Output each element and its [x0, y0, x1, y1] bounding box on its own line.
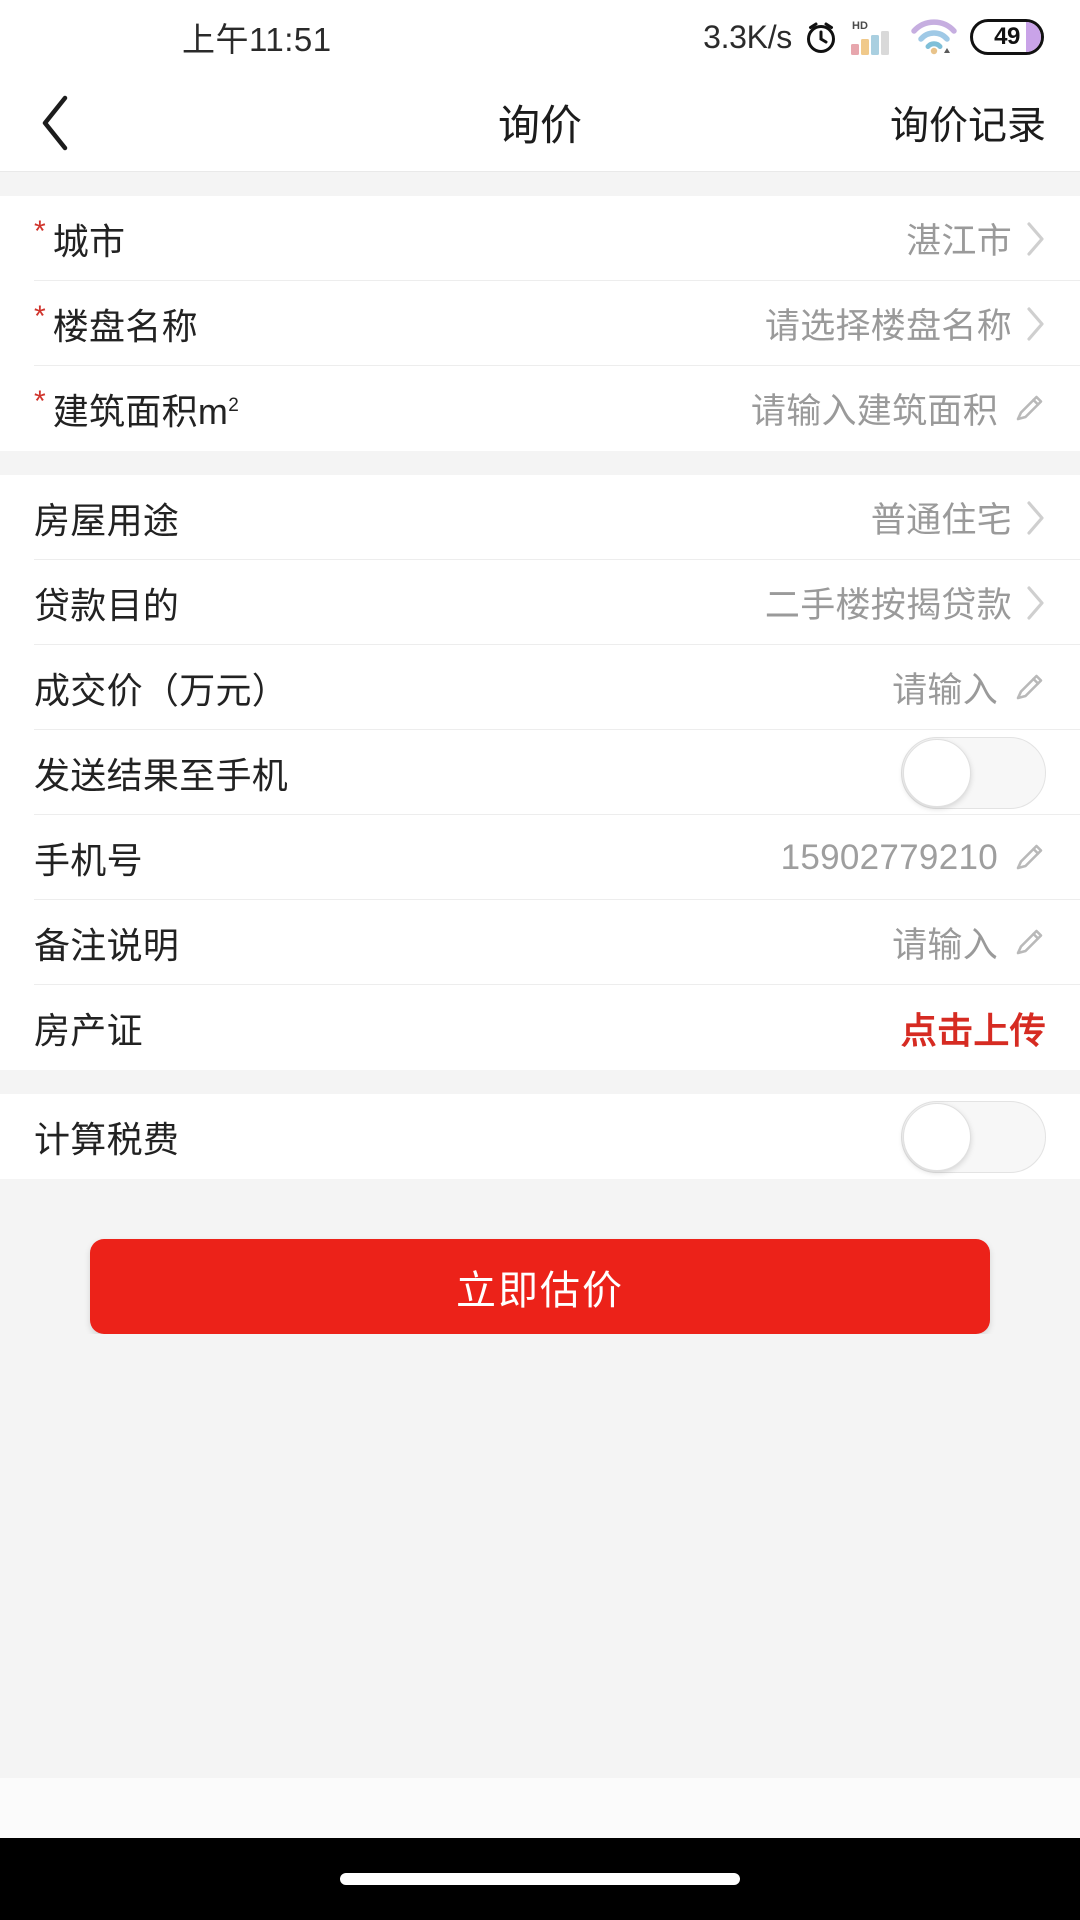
app-screen: 上午11:51 3.3K/s HD 49 询价 询价记录 * 城市 湛江市 * … — [0, 0, 1080, 1920]
row-house-usage[interactable]: 房屋用途 普通住宅 — [0, 475, 1080, 560]
area-unit-superscript: 2 — [228, 394, 240, 416]
pencil-icon — [1016, 844, 1043, 869]
remark-value: 请输入 — [892, 926, 998, 965]
toggle-knob — [903, 738, 971, 807]
row-value-area: 点击上传 — [901, 1002, 1046, 1054]
row-property-certificate[interactable]: 房产证 点击上传 — [0, 985, 1080, 1070]
estate-name-value: 请选择楼盘名称 — [764, 307, 1012, 346]
estimate-now-button[interactable]: 立即估价 — [90, 1239, 990, 1334]
row-label: 计算税费 — [34, 1118, 180, 1160]
network-speed-text: 3.3K/s — [703, 18, 792, 55]
row-calculate-tax: 计算税费 — [0, 1094, 1080, 1179]
section-gap-lower — [0, 1070, 1080, 1094]
row-value-area: 湛江市 — [906, 213, 1046, 264]
chevron-right-icon — [1027, 500, 1044, 535]
pencil-icon — [1016, 929, 1043, 954]
back-button[interactable] — [0, 74, 110, 172]
city-value: 湛江市 — [906, 222, 1012, 261]
chevron-right-icon — [1027, 221, 1044, 256]
section-gap-middle — [0, 451, 1080, 475]
phone-number-value: 15902779210 — [780, 837, 998, 877]
section-loan-details: 房屋用途 普通住宅 贷款目的 二手楼按揭贷款 成交价（万元） 请输入 发送结果至… — [0, 475, 1080, 1070]
row-city[interactable]: * 城市 湛江市 — [0, 196, 1080, 281]
pencil-icon — [1016, 395, 1043, 420]
status-bar: 上午11:51 3.3K/s HD 49 — [0, 0, 1080, 74]
row-label: 城市 — [52, 220, 126, 262]
alarm-clock-icon — [803, 19, 839, 55]
battery-indicator: 49 — [970, 19, 1044, 55]
loan-purpose-value: 二手楼按揭贷款 — [764, 586, 1012, 625]
row-label: 发送结果至手机 — [34, 754, 289, 796]
row-value-area: 请输入 — [892, 662, 1046, 713]
system-home-bar — [0, 1838, 1080, 1920]
row-value-area: 请输入建筑面积 — [751, 383, 1046, 434]
toggle-knob — [903, 1102, 971, 1171]
navigation-bar: 询价 询价记录 — [0, 74, 1080, 172]
section-gap-top — [0, 172, 1080, 196]
pencil-icon — [1016, 674, 1043, 699]
row-value-area — [901, 1100, 1046, 1173]
row-loan-purpose[interactable]: 贷款目的 二手楼按揭贷款 — [0, 560, 1080, 645]
row-label: 成交价（万元） — [34, 669, 289, 711]
row-value-area — [901, 736, 1046, 809]
chevron-right-icon — [1027, 585, 1044, 620]
bottom-white-strip — [0, 1778, 1080, 1838]
required-asterisk: * — [34, 384, 46, 418]
inquiry-records-link[interactable]: 询价记录 — [890, 95, 1080, 151]
chevron-left-icon — [42, 95, 68, 150]
required-asterisk: * — [34, 299, 46, 333]
page-filler — [0, 1334, 1080, 1778]
building-area-value: 请输入建筑面积 — [750, 392, 998, 431]
chevron-right-icon — [1027, 306, 1044, 341]
svg-text:HD: HD — [852, 20, 868, 32]
required-asterisk: * — [34, 214, 46, 248]
upload-certificate-link[interactable]: 点击上传 — [901, 1002, 1046, 1054]
row-label: 贷款目的 — [34, 584, 180, 626]
row-value-area: 请选择楼盘名称 — [765, 298, 1046, 349]
row-label: 建筑面积m2 — [53, 383, 239, 435]
row-label: 备注说明 — [34, 924, 180, 966]
row-label: 楼盘名称 — [52, 305, 198, 347]
row-value-area: 普通住宅 — [871, 492, 1046, 543]
wifi-icon — [909, 18, 959, 56]
row-label-text: 建筑面积m — [52, 390, 229, 432]
calculate-tax-toggle[interactable] — [901, 1100, 1046, 1173]
status-bar-icons: 3.3K/s HD 49 — [703, 18, 1044, 56]
send-result-toggle[interactable] — [901, 736, 1046, 809]
section-property-basics: * 城市 湛江市 * 楼盘名称 请选择楼盘名称 * 建筑面积m2 请输入建筑面积 — [0, 196, 1080, 451]
house-usage-value: 普通住宅 — [870, 501, 1012, 540]
row-remark[interactable]: 备注说明 请输入 — [0, 900, 1080, 985]
row-deal-price[interactable]: 成交价（万元） 请输入 — [0, 645, 1080, 730]
form-content: * 城市 湛江市 * 楼盘名称 请选择楼盘名称 * 建筑面积m2 请输入建筑面积… — [0, 172, 1080, 1838]
row-value-area: 二手楼按揭贷款 — [765, 577, 1046, 628]
row-label: 手机号 — [34, 839, 143, 881]
section-tax: 计算税费 — [0, 1094, 1080, 1179]
row-estate-name[interactable]: * 楼盘名称 请选择楼盘名称 — [0, 281, 1080, 366]
status-bar-clock: 上午11:51 — [182, 21, 332, 58]
row-label: 房屋用途 — [34, 499, 180, 541]
row-value-area: 请输入 — [892, 917, 1046, 968]
row-value-area: 15902779210 — [781, 838, 1046, 878]
signal-bars-icon: HD — [850, 18, 898, 56]
row-phone-number[interactable]: 手机号 15902779210 — [0, 815, 1080, 900]
home-indicator-pill[interactable] — [340, 1873, 740, 1885]
battery-level-text: 49 — [994, 23, 1020, 50]
deal-price-value: 请输入 — [892, 671, 998, 710]
row-building-area[interactable]: * 建筑面积m2 请输入建筑面积 — [0, 366, 1080, 451]
row-label: 房产证 — [34, 1009, 143, 1051]
row-send-result-to-phone: 发送结果至手机 — [0, 730, 1080, 815]
cta-area: 立即估价 — [0, 1179, 1080, 1334]
